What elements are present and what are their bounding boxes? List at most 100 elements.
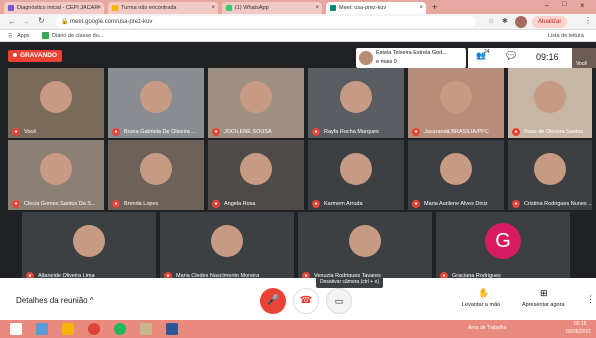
profile-avatar[interactable]	[515, 16, 527, 28]
mic-muted-icon: ●	[212, 200, 220, 208]
participant-name: ● Maria Aurilene Alves Diniz	[412, 200, 488, 208]
tab-diagnostico[interactable]: Diagnóstico inicial - CEPI JACAR ×	[4, 2, 104, 14]
participant-tile[interactable]: G ● Graciana Rodrigues	[436, 212, 570, 282]
file-explorer-icon[interactable]	[36, 323, 48, 335]
participant-name: ● Você	[12, 128, 36, 136]
participant-name: ● Brenda Lopes	[112, 200, 158, 208]
chat-icon[interactable]: 💬	[506, 51, 516, 60]
extensions-icon[interactable]: ✱	[502, 17, 508, 25]
mic-muted-icon: ●	[412, 128, 420, 136]
participant-tile[interactable]: ● Cristina Rodrigues Nunes ...	[508, 140, 592, 210]
maximize-button[interactable]: □	[562, 1, 566, 8]
close-icon[interactable]: ×	[211, 5, 215, 11]
participant-video	[534, 153, 566, 186]
participant-tile[interactable]: ● Maria Cledes Nascimento Moreira	[160, 212, 294, 282]
desktop-label: Área de Trabalho	[468, 325, 507, 331]
hang-up-icon: ☎	[299, 295, 313, 306]
participant-tile[interactable]: ● Altaneide Oliveira Lima	[22, 212, 156, 282]
meeting-time: 09:16	[536, 52, 559, 62]
forward-icon[interactable]: →	[22, 17, 30, 26]
participant-name: ● Clecia Gomes Santos Da S...	[12, 200, 96, 208]
participant-tile[interactable]: ● Jacarandá BRASILIA/PPC	[408, 68, 504, 138]
record-dot-icon	[13, 53, 17, 57]
windows-taskbar: Área de Trabalho 09:16 02/06/2021	[0, 320, 596, 338]
mic-muted-icon: ●	[212, 128, 220, 136]
raise-hand-label[interactable]: Levantar a mão	[462, 302, 500, 308]
reading-list[interactable]: Lista de leitura	[548, 33, 584, 39]
participant-tile[interactable]: ● Bruna Gabriela De Oliveira ...	[108, 68, 204, 138]
participant-video	[140, 153, 172, 186]
lock-icon: 🔒	[61, 19, 69, 25]
chrome-icon[interactable]	[88, 323, 100, 335]
present-now-label[interactable]: Apresentar agora	[522, 302, 565, 308]
whatsapp-icon	[226, 5, 232, 11]
meet-top-controls: 👥 24 💬 09:16 Você	[468, 48, 596, 68]
participant-tile[interactable]: ● Rose de Oliveira Santos	[508, 68, 592, 138]
classroom-icon	[112, 5, 118, 11]
participant-tile[interactable]: ● JOCILENE SOUSA	[208, 68, 304, 138]
leave-call-button[interactable]: ☎	[293, 288, 319, 314]
folder-icon[interactable]	[62, 323, 74, 335]
classroom-icon	[42, 32, 49, 39]
url-input[interactable]: 🔒 meet.google.com/usa-prez-kuv	[56, 16, 476, 28]
meet-icon	[330, 5, 336, 11]
bookmark-apps[interactable]: Apps	[17, 33, 30, 39]
bookmarks-bar: ⠿ Apps Diário de classe do... Lista de l…	[0, 30, 596, 42]
participant-name: ● Angela Rosa	[212, 200, 256, 208]
close-icon[interactable]: ×	[97, 5, 101, 11]
recording-badge: GRAVANDO	[8, 50, 62, 62]
participant-video	[349, 225, 381, 258]
participant-tile[interactable]: ● Clecia Gomes Santos Da S...	[8, 140, 104, 210]
tab-turma[interactable]: Turma não encontrada ×	[108, 2, 218, 14]
star-icon[interactable]: ☆	[488, 17, 494, 25]
participant-tile[interactable]: ● Brenda Lopes	[108, 140, 204, 210]
new-tab-button[interactable]: +	[432, 2, 437, 12]
camera-toggle-button[interactable]: ▭	[326, 288, 352, 314]
participant-name: ● Bruna Gabriela De Oliveira ...	[112, 128, 196, 136]
tab-meet[interactable]: Meet: usa-prez-kuv ×	[326, 2, 426, 14]
mic-muted-icon: ●	[312, 200, 320, 208]
update-button[interactable]: Atualizar	[532, 16, 568, 28]
participant-video	[534, 81, 566, 114]
forms-icon	[8, 5, 14, 11]
mic-toggle-button[interactable]: 🎤	[260, 288, 286, 314]
mic-off-icon: 🎤	[266, 295, 280, 306]
present-icon[interactable]: ⊞	[540, 288, 548, 299]
participant-name: ● Karmem Arruda	[312, 200, 363, 208]
presenter-card[interactable]: Estela Teixeira Estrela God... e mais 9	[356, 48, 466, 68]
participant-video	[440, 81, 472, 114]
meet-bottom-bar: Detalhes da reunião ^ 🎤 ☎ ▭ ✋ Levantar a…	[0, 278, 596, 320]
raise-hand-icon[interactable]: ✋	[478, 288, 489, 299]
participant-initial-avatar: G	[485, 223, 521, 260]
word-icon[interactable]	[166, 323, 178, 335]
reload-icon[interactable]: ↻	[38, 16, 45, 25]
mic-muted-icon: ●	[412, 200, 420, 208]
participant-tile[interactable]: ● Rayfa Rocha Marques	[308, 68, 404, 138]
window-close-button[interactable]: ×	[580, 1, 585, 10]
participant-video	[240, 153, 272, 186]
participant-tile[interactable]: ● Angela Rosa	[208, 140, 304, 210]
photos-icon[interactable]	[140, 323, 152, 335]
bookmark-diario[interactable]: Diário de classe do...	[52, 33, 103, 39]
participant-tile[interactable]: ● Venuzia Rodrigues Tavares	[298, 212, 432, 282]
clock-time: 09:16	[574, 321, 587, 327]
participant-name: ● Jacarandá BRASILIA/PPC	[412, 128, 489, 136]
menu-icon[interactable]: ⋮	[584, 16, 592, 25]
mic-muted-icon: ●	[512, 128, 520, 136]
windows-start-icon[interactable]	[10, 323, 22, 335]
close-icon[interactable]: ×	[315, 5, 319, 11]
back-icon[interactable]: ←	[8, 17, 16, 26]
tab-whatsapp[interactable]: (1) WhatsApp ×	[222, 2, 322, 14]
participant-tile[interactable]: ● Karmem Arruda	[308, 140, 404, 210]
browser-tab-bar: Diagnóstico inicial - CEPI JACAR × Turma …	[0, 0, 596, 14]
spotify-icon[interactable]	[114, 323, 126, 335]
minimize-button[interactable]: –	[545, 2, 549, 9]
more-options-icon[interactable]: ⋮	[586, 294, 595, 305]
participant-tile[interactable]: ● Maria Aurilene Alves Diniz	[408, 140, 504, 210]
clock-date: 02/06/2021	[566, 329, 592, 335]
apps-icon[interactable]: ⠿	[8, 33, 12, 40]
close-icon[interactable]: ×	[419, 5, 423, 11]
participant-tile[interactable]: ● Você	[8, 68, 104, 138]
meeting-details-button[interactable]: Detalhes da reunião ^	[16, 296, 94, 305]
presenter-name: Estela Teixeira Estrela God...	[376, 50, 447, 56]
